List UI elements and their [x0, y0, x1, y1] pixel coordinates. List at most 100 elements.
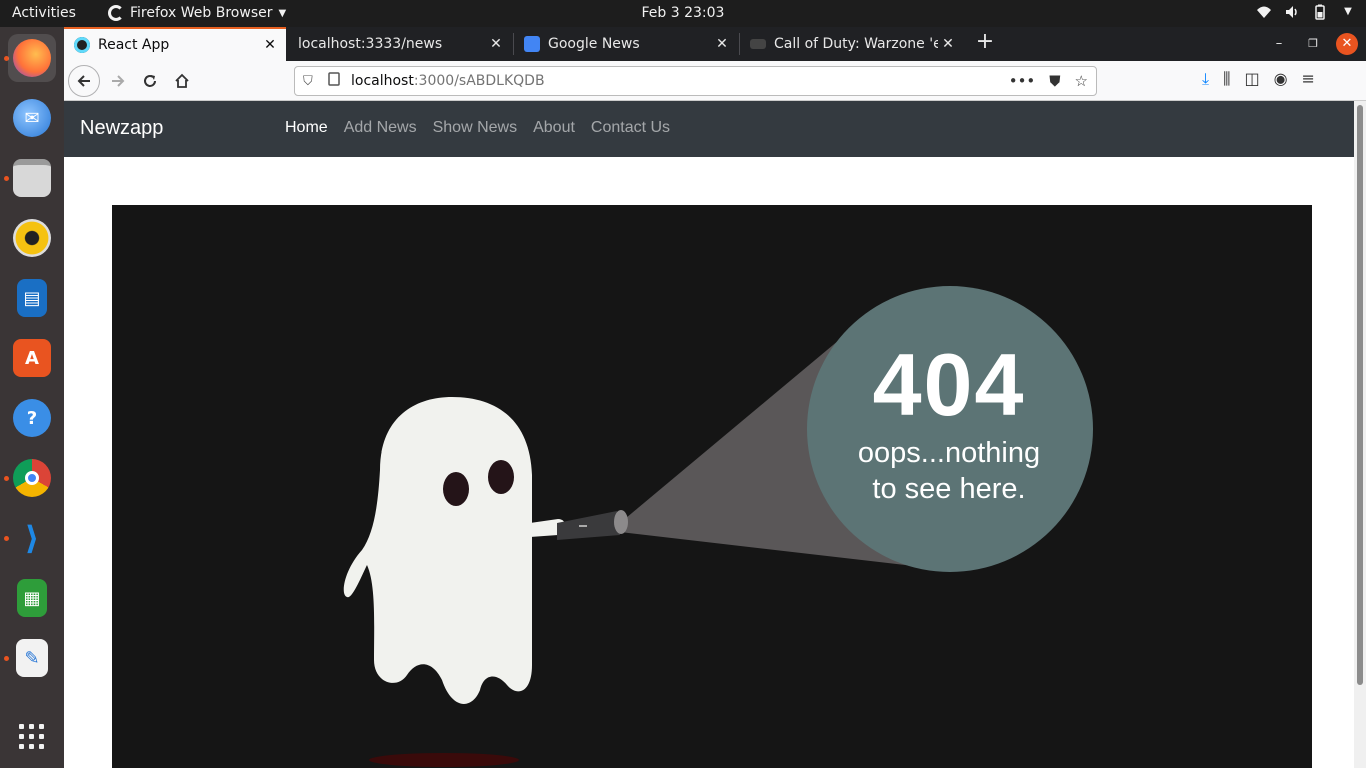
tab-title: Google News — [548, 36, 640, 52]
home-icon — [175, 73, 189, 88]
flashlight-lens — [614, 510, 628, 534]
page-actions-icon[interactable]: ••• — [1009, 72, 1036, 90]
bbc-icon — [750, 39, 766, 49]
navigation-toolbar: ⛉ localhost:3000/sABDLKQDB ••• ⛊ ☆ ⤓ ⫼ ◫… — [64, 61, 1366, 101]
arrow-right-icon — [112, 75, 125, 87]
chevron-down-icon: ▼ — [1344, 6, 1352, 17]
hamburger-menu-icon[interactable]: ≡ — [1302, 69, 1315, 89]
close-icon[interactable]: ✕ — [260, 37, 280, 53]
library-icon[interactable]: ⫼ — [1223, 69, 1230, 89]
page-scrollbar[interactable] — [1354, 101, 1366, 768]
nav-about[interactable]: About — [525, 119, 583, 137]
show-applications-button[interactable] — [8, 713, 56, 761]
sidebar-icon[interactable]: ◫ — [1244, 69, 1259, 89]
shield-icon[interactable]: ⛉ — [303, 74, 319, 89]
error-line-1: oops...nothing — [857, 437, 1041, 469]
firefox-icon — [108, 5, 124, 21]
tab-call-of-duty[interactable]: Call of Duty: Warzone 'er ✕ — [740, 27, 964, 61]
tab-title: Call of Duty: Warzone 'er — [774, 36, 938, 52]
firefox-icon — [13, 39, 51, 77]
tab-google-news[interactable]: Google News ✕ — [514, 27, 738, 61]
tab-bar: React App ✕ localhost:3333/news ✕ Google… — [64, 27, 1366, 61]
writer-icon: ▤ — [17, 279, 47, 317]
grid-icon — [19, 724, 44, 749]
error-code: 404 — [872, 335, 1026, 434]
reload-icon — [144, 75, 156, 87]
activities-button[interactable]: Activities — [12, 5, 76, 21]
dock-calc[interactable]: ▦ — [8, 574, 56, 622]
nav-links: Home Add News Show News About Contact Us — [277, 119, 678, 137]
dock-vscode[interactable]: ⟩ — [8, 514, 56, 562]
nav-home[interactable]: Home — [277, 119, 336, 137]
error-line-2: to see here. — [872, 473, 1026, 505]
system-tray[interactable]: ▼ — [1256, 4, 1356, 20]
page-viewport: Newzapp Home Add News Show News About Co… — [64, 101, 1354, 768]
downloads-icon[interactable]: ⤓ — [1202, 69, 1209, 89]
ghost-flashlight-illustration — [343, 286, 1093, 767]
dock-chrome[interactable] — [8, 454, 56, 502]
ghost-shadow — [369, 753, 519, 767]
forward-button[interactable] — [102, 65, 134, 97]
tab-title: localhost:3333/news — [298, 36, 443, 52]
pocket-icon[interactable]: ⛊ — [1049, 72, 1060, 90]
tab-localhost-news[interactable]: localhost:3333/news ✕ — [288, 27, 512, 61]
minimize-button[interactable]: – — [1268, 33, 1290, 55]
home-button[interactable] — [166, 65, 198, 97]
new-tab-button[interactable]: + — [970, 29, 1000, 54]
dock-firefox[interactable] — [8, 34, 56, 82]
dock: ✉ ▤ A ? ⟩ ▦ ✎ — [0, 27, 64, 768]
tab-react-app[interactable]: React App ✕ — [64, 27, 286, 61]
dock-thunderbird[interactable]: ✉ — [8, 94, 56, 142]
tab-title: React App — [98, 37, 170, 53]
system-top-bar: Activities Firefox Web Browser ▼ Feb 3 2… — [0, 0, 1366, 27]
wifi-icon — [1256, 4, 1272, 20]
close-icon[interactable]: ✕ — [938, 36, 958, 52]
window-close-button[interactable]: ✕ — [1336, 33, 1358, 55]
brand-logo[interactable]: Newzapp — [80, 117, 163, 140]
nav-contact-us[interactable]: Contact Us — [583, 119, 678, 137]
volume-icon — [1284, 4, 1300, 20]
close-icon[interactable]: ✕ — [486, 36, 506, 52]
dock-rhythmbox[interactable] — [8, 214, 56, 262]
app-menu[interactable]: Firefox Web Browser ▼ — [108, 5, 286, 21]
chevron-down-icon: ▼ — [278, 7, 287, 19]
help-icon: ? — [13, 399, 51, 437]
dock-writer[interactable]: ▤ — [8, 274, 56, 322]
close-icon[interactable]: ✕ — [712, 36, 732, 52]
url-bar[interactable]: ⛉ localhost:3000/sABDLKQDB ••• ⛊ ☆ — [294, 66, 1097, 96]
bookmark-star-icon[interactable]: ☆ — [1075, 72, 1088, 90]
calc-icon: ▦ — [17, 579, 47, 617]
not-found-illustration: 404 oops...nothing to see here. — [112, 205, 1312, 768]
vscode-icon: ⟩ — [24, 519, 40, 557]
text-editor-icon: ✎ — [16, 639, 48, 677]
page-info-icon[interactable] — [327, 72, 343, 90]
dock-text-editor[interactable]: ✎ — [8, 634, 56, 682]
thunderbird-icon: ✉ — [13, 99, 51, 137]
software-icon: A — [13, 339, 51, 377]
account-icon[interactable]: ◉ — [1274, 69, 1288, 89]
chrome-icon — [13, 459, 51, 497]
app-navbar: Newzapp Home Add News Show News About Co… — [64, 101, 1354, 157]
nav-show-news[interactable]: Show News — [425, 119, 525, 137]
reload-button[interactable] — [134, 65, 166, 97]
ghost-right-eye — [488, 460, 514, 494]
app-menu-label: Firefox Web Browser — [130, 5, 273, 21]
ghost-body — [343, 397, 532, 704]
arrow-left-icon — [77, 75, 90, 87]
dock-software[interactable]: A — [8, 334, 56, 382]
back-button[interactable] — [68, 65, 100, 97]
dock-help[interactable]: ? — [8, 394, 56, 442]
url-text[interactable]: localhost:3000/sABDLKQDB — [351, 73, 1009, 89]
maximize-button[interactable]: ❐ — [1302, 33, 1324, 55]
dock-files[interactable] — [8, 154, 56, 202]
react-icon — [74, 37, 90, 53]
battery-icon — [1312, 4, 1328, 20]
files-icon — [13, 159, 51, 197]
clock[interactable]: Feb 3 23:03 — [642, 5, 725, 21]
rhythmbox-icon — [13, 219, 51, 257]
scrollbar-thumb[interactable] — [1357, 105, 1363, 685]
flashlight — [557, 511, 620, 540]
nav-add-news[interactable]: Add News — [336, 119, 425, 137]
google-news-icon — [524, 36, 540, 52]
ghost-left-eye — [443, 472, 469, 506]
